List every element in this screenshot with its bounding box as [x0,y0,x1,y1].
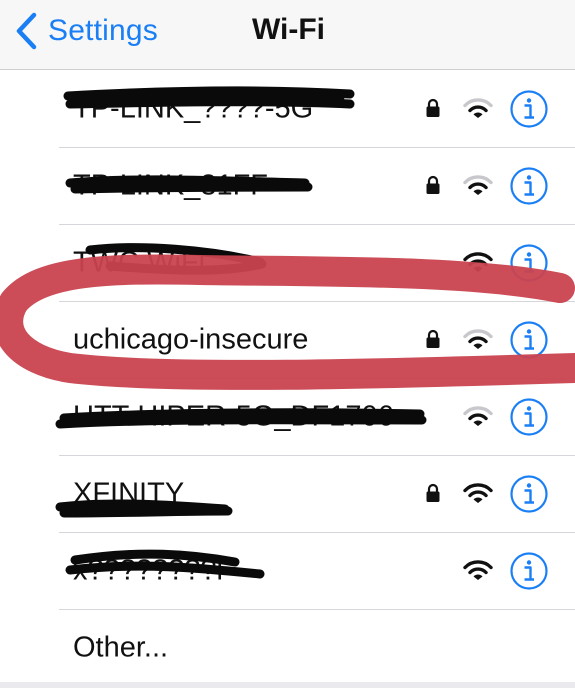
wifi-icon [463,482,493,503]
other-network-row[interactable]: Other... [0,609,575,686]
info-button[interactable] [509,397,549,437]
network-name: XFINITY [73,477,185,509]
network-name: uchicago-insecure [73,323,309,355]
page-title: Wi-Fi [251,13,326,46]
wifi-icon [463,405,493,426]
wifi-icon [463,174,493,195]
wifi-icon [463,97,493,118]
network-list: TP-LINK_????-5G TP-LINK_31FF TWC WiFi uchic… [0,70,575,686]
lock-icon [426,98,440,117]
network-name: x????????l [73,554,223,586]
network-name: UTT-HIPER-5G_DF1706 [73,400,394,432]
network-row[interactable]: x????????l [0,532,575,610]
info-button[interactable] [509,166,549,206]
wifi-icon [463,251,493,272]
other-network-label: Other... [73,631,169,663]
network-row[interactable]: TP-LINK_31FF [0,147,575,225]
info-button[interactable] [509,243,549,283]
lock-icon [426,175,440,194]
wifi-icon [463,328,493,349]
network-name: TP-LINK_????-5G [73,92,314,124]
network-row[interactable]: TWC WiFi [0,224,575,302]
network-row[interactable]: uchicago-insecure [0,301,575,379]
network-name: TWC WiFi [73,246,206,278]
navigation-bar: Settings Wi-Fi [0,0,575,70]
network-row[interactable]: XFINITY [0,455,575,533]
bottom-edge [0,682,575,688]
info-button[interactable] [509,89,549,129]
network-row[interactable]: UTT-HIPER-5G_DF1706 [0,378,575,456]
lock-icon [426,329,440,348]
network-row[interactable]: TP-LINK_????-5G [0,70,575,148]
info-button[interactable] [509,551,549,591]
lock-icon [426,483,440,502]
network-name: TP-LINK_31FF [73,169,268,201]
wifi-icon [463,559,493,580]
info-button[interactable] [509,320,549,360]
info-button[interactable] [509,474,549,514]
